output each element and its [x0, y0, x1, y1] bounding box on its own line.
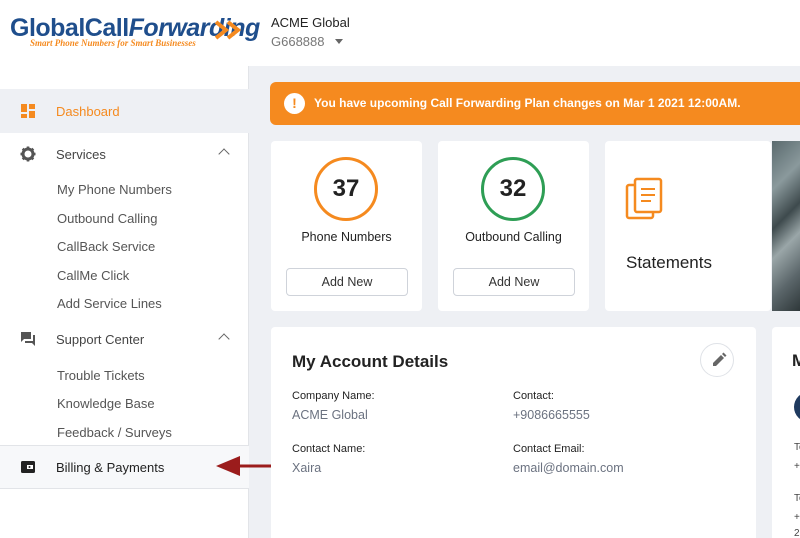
- outbound-calling-card: 32 Outbound Calling Add New: [438, 141, 589, 311]
- statements-title: Statements: [626, 253, 712, 272]
- sidebar-item-label: Billing & Payments: [56, 459, 165, 475]
- sidebar-subitem-callback-service[interactable]: CallBack Service: [57, 239, 155, 254]
- sidebar-item-services[interactable]: Services: [0, 132, 249, 176]
- contact-email-value: email@domain.com: [513, 461, 624, 475]
- add-phone-number-button[interactable]: Add New: [286, 268, 408, 296]
- globalcallforwarding-logo[interactable]: GlobalCallForwarding Smart Phone Numbers…: [10, 14, 260, 54]
- plan-change-alert[interactable]: ! You have upcoming Call Forwarding Plan…: [270, 82, 800, 125]
- edit-account-button[interactable]: [700, 343, 734, 377]
- sidebar-item-label: Services: [56, 146, 106, 162]
- statements-icon: [625, 177, 663, 220]
- outbound-calling-count: 32: [481, 157, 545, 221]
- partial-side-card: M To + To + 2: [772, 327, 800, 538]
- phone-numbers-label: Phone Numbers: [301, 230, 392, 244]
- sidebar-subitem-outbound-calling[interactable]: Outbound Calling: [57, 211, 157, 226]
- wallet-icon: [21, 461, 35, 473]
- account-name: ACME Global: [271, 15, 350, 30]
- side-card-line: To: [794, 442, 800, 453]
- sidebar: Dashboard Services My Phone Numbers Outb…: [0, 66, 249, 538]
- contact-email-label: Contact Email:: [513, 443, 585, 455]
- contact-name-value: Xaira: [292, 461, 322, 475]
- account-details-title: My Account Details: [292, 352, 449, 371]
- chevron-up-icon[interactable]: [218, 148, 230, 160]
- top-header: GlobalCallForwarding Smart Phone Numbers…: [0, 0, 800, 66]
- sidebar-subitem-feedback-surveys[interactable]: Feedback / Surveys: [57, 425, 172, 440]
- account-details-card: My Account Details Company Name: ACME Gl…: [271, 327, 756, 538]
- statements-card[interactable]: Statements: [605, 141, 771, 311]
- sidebar-item-billing[interactable]: Billing & Payments: [0, 445, 249, 489]
- alert-text: You have upcoming Call Forwarding Plan c…: [314, 96, 741, 110]
- company-name-label: Company Name:: [292, 390, 375, 402]
- chat-icon: [21, 332, 35, 346]
- account-id: G668888: [271, 34, 325, 49]
- sidebar-subitem-add-service-lines[interactable]: Add Service Lines: [57, 296, 162, 311]
- sidebar-item-dashboard[interactable]: Dashboard: [0, 89, 249, 133]
- side-card-line: 2: [794, 528, 800, 538]
- gear-icon: [20, 146, 36, 162]
- side-card-line: +: [794, 512, 800, 523]
- sidebar-subitem-trouble-tickets[interactable]: Trouble Tickets: [57, 368, 145, 383]
- sidebar-item-label: Support Center: [56, 331, 145, 347]
- phone-numbers-count: 37: [314, 157, 378, 221]
- sidebar-subitem-callme-click[interactable]: CallMe Click: [57, 268, 129, 283]
- contact-value: +9086665555: [513, 408, 590, 422]
- pencil-icon: [713, 352, 727, 366]
- contact-name-label: Contact Name:: [292, 443, 366, 455]
- logo-tagline: Smart Phone Numbers for Smart Businesses: [30, 38, 196, 48]
- phone-numbers-card: 37 Phone Numbers Add New: [271, 141, 422, 311]
- add-outbound-calling-button[interactable]: Add New: [453, 268, 575, 296]
- contact-label: Contact:: [513, 390, 554, 402]
- logo-chevrons-icon: [214, 20, 242, 40]
- sidebar-item-label: Dashboard: [56, 103, 120, 119]
- outbound-calling-label: Outbound Calling: [465, 230, 562, 244]
- warning-icon: !: [284, 93, 305, 114]
- dashboard-icon: [21, 104, 35, 118]
- sidebar-subitem-my-phone-numbers[interactable]: My Phone Numbers: [57, 182, 172, 197]
- promo-photo: [772, 141, 800, 311]
- side-card-title: M: [792, 351, 800, 370]
- account-switcher[interactable]: ACME Global G668888: [271, 15, 350, 49]
- caret-down-icon[interactable]: [334, 39, 343, 44]
- sidebar-subitem-knowledge-base[interactable]: Knowledge Base: [57, 396, 155, 411]
- chevron-up-icon[interactable]: [218, 333, 230, 345]
- side-card-line: +: [794, 461, 800, 472]
- side-card-line: To: [794, 493, 800, 504]
- company-name-value: ACME Global: [292, 408, 368, 422]
- sidebar-item-support-center[interactable]: Support Center: [0, 317, 249, 361]
- avatar: [794, 392, 800, 422]
